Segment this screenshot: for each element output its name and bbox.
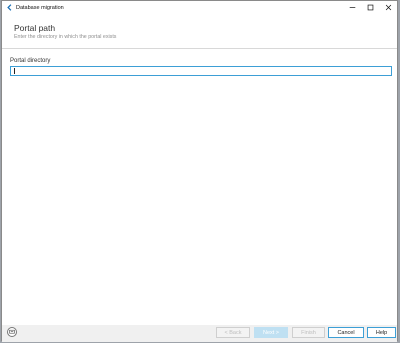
next-button[interactable]: Next >	[254, 327, 288, 338]
wizard-footer: < Back Next > Finish Cancel Help	[2, 325, 397, 342]
maximize-button[interactable]	[361, 1, 379, 14]
page-title: Portal path	[14, 23, 56, 33]
text-caret	[14, 68, 15, 74]
cancel-button[interactable]: Cancel	[328, 327, 364, 338]
title-bar: Database migration	[2, 1, 397, 14]
wizard-window: Database migration Portal path Enter the…	[1, 0, 398, 342]
minimize-icon	[349, 7, 355, 8]
context-help-button[interactable]	[7, 327, 17, 337]
close-button[interactable]	[379, 1, 397, 14]
portal-directory-input[interactable]	[10, 66, 392, 76]
wizard-content: Portal directory	[2, 49, 397, 325]
help-bubble-icon	[9, 329, 15, 334]
back-button[interactable]: < Back	[216, 327, 250, 338]
page-subtitle: Enter the directory in which the portal …	[14, 34, 117, 40]
minimize-button[interactable]	[343, 1, 361, 14]
maximize-icon	[367, 4, 373, 11]
app-icon	[5, 3, 14, 12]
window-title: Database migration	[16, 4, 64, 11]
help-button[interactable]: Help	[367, 327, 396, 338]
wizard-header: Portal path Enter the directory in which…	[2, 14, 397, 49]
close-icon	[385, 4, 391, 11]
finish-button[interactable]: Finish	[292, 327, 325, 338]
portal-directory-label: Portal directory	[10, 58, 51, 64]
window-controls	[343, 1, 397, 14]
